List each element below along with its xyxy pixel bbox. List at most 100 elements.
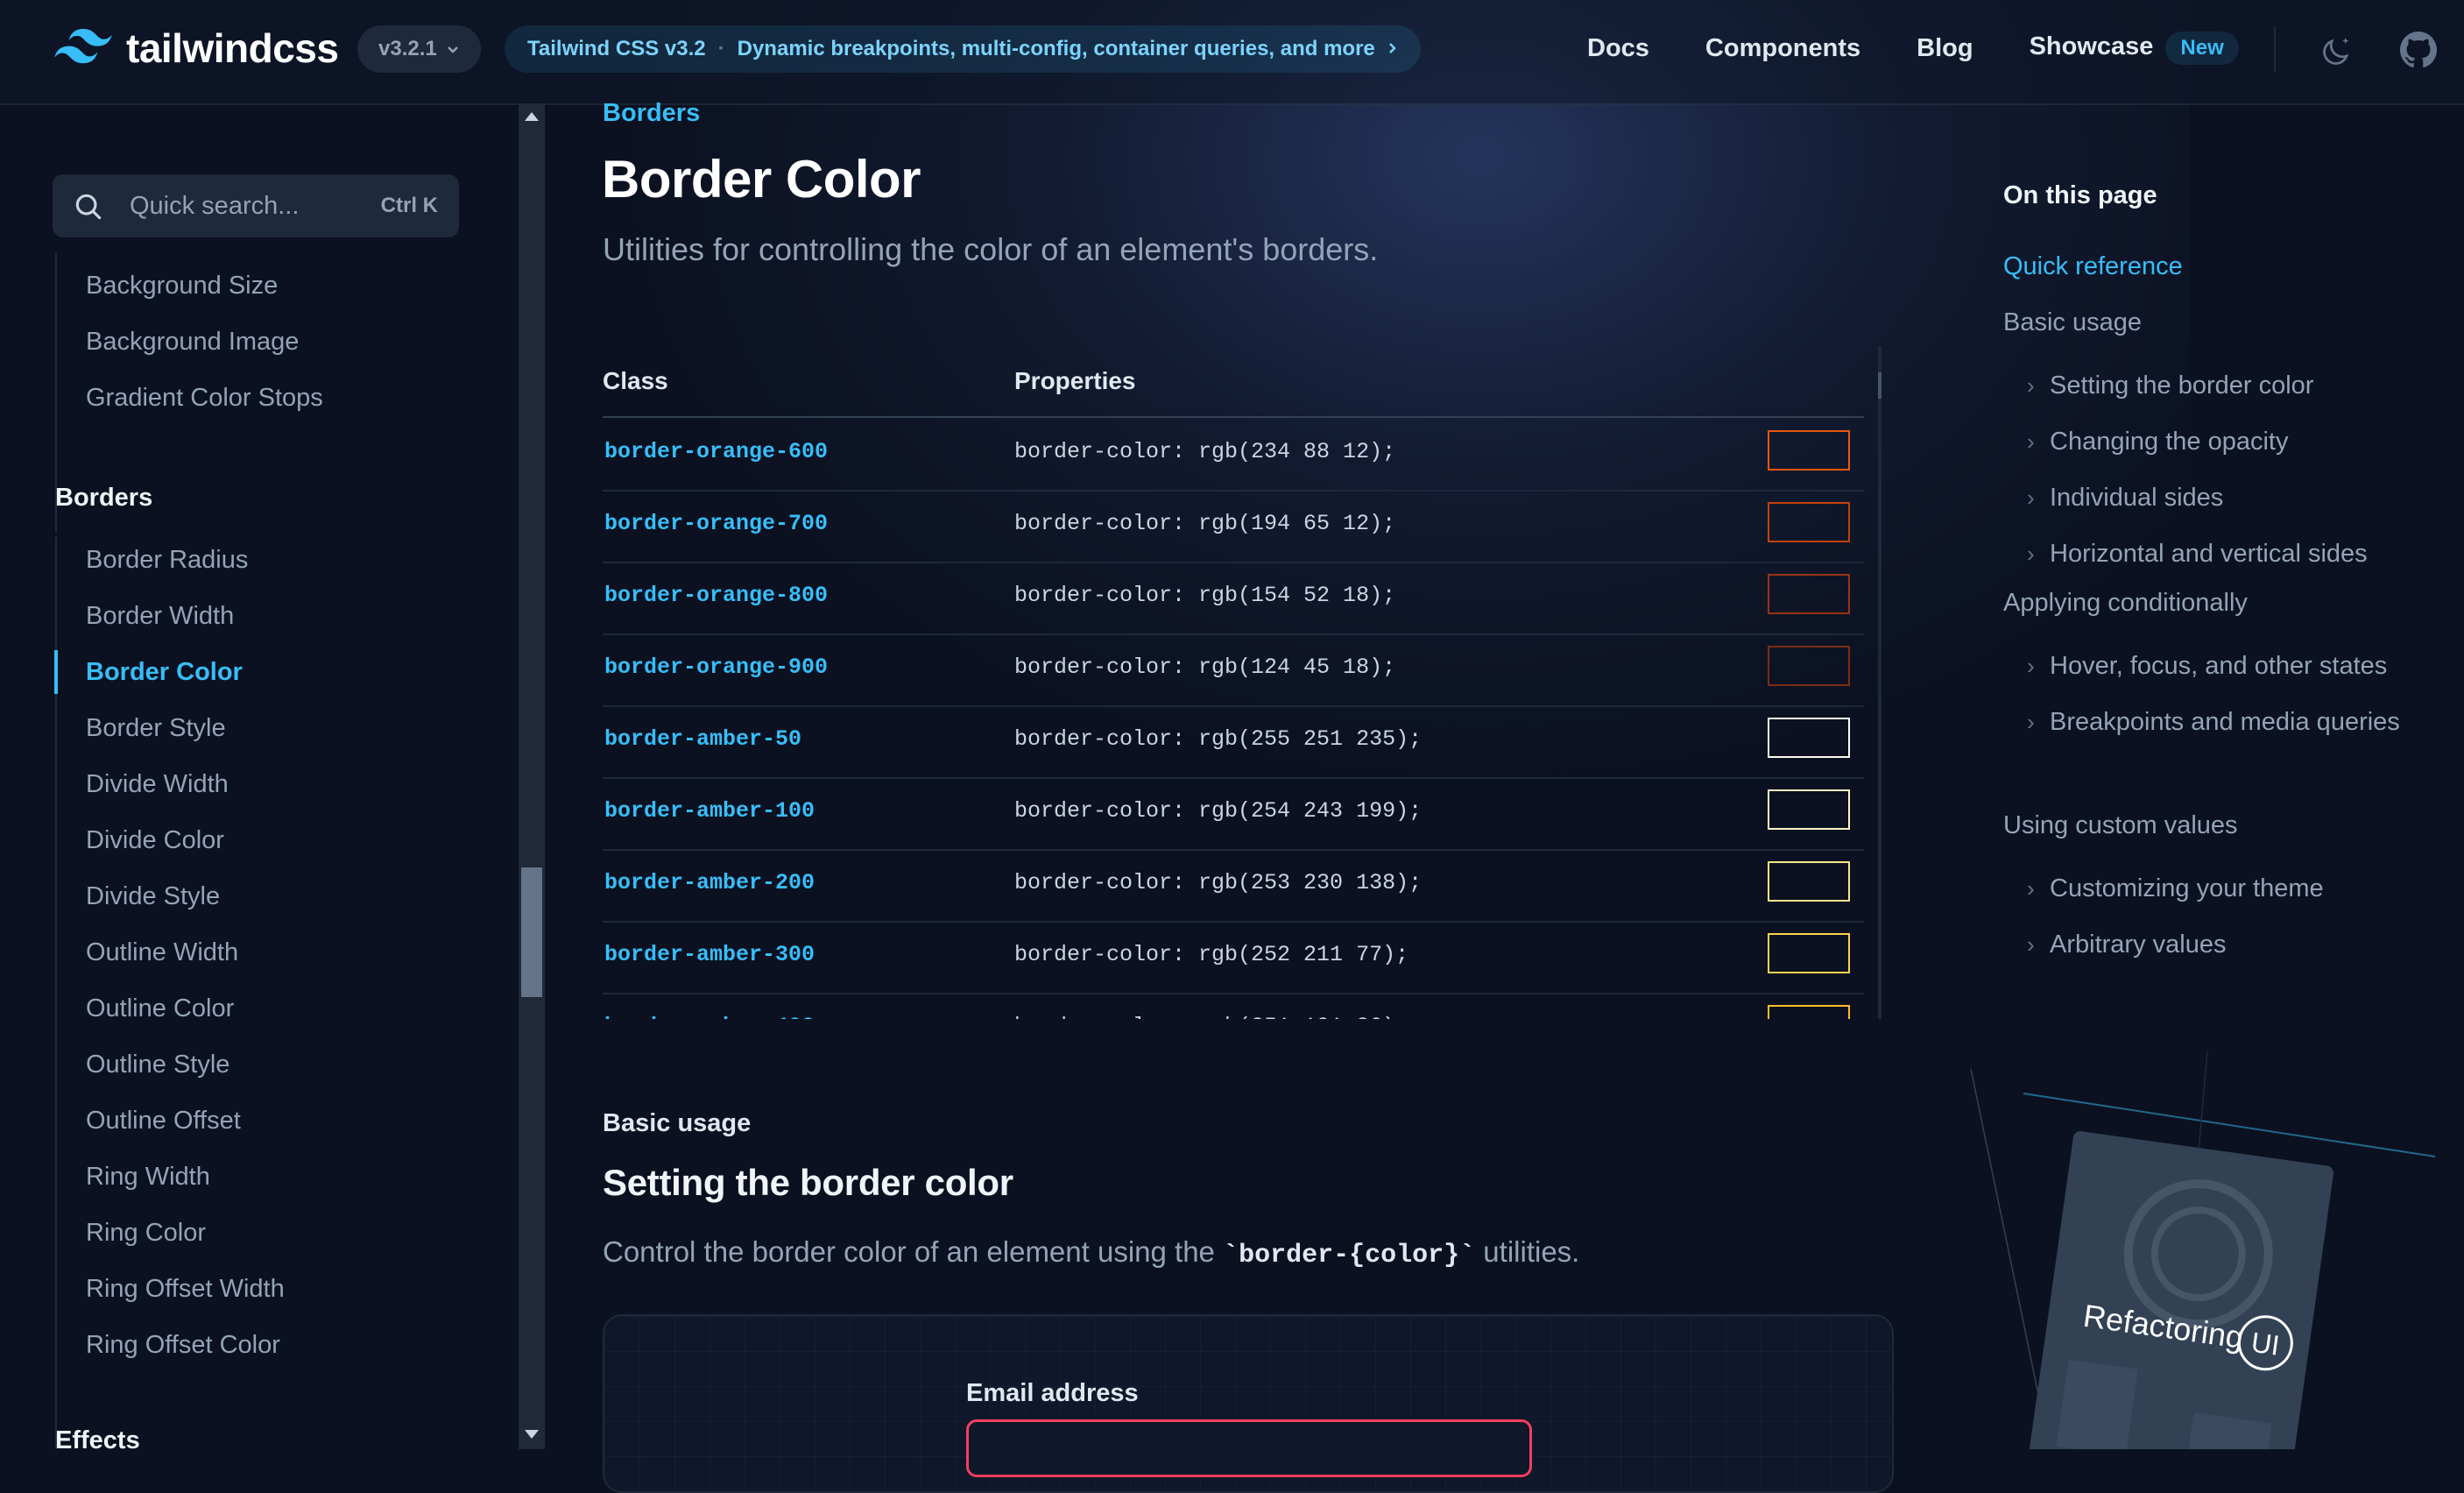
- class-name[interactable]: border-amber-200: [604, 870, 815, 895]
- new-badge: New: [2165, 32, 2239, 65]
- class-name[interactable]: border-amber-300: [604, 942, 815, 967]
- color-swatch: [1768, 430, 1850, 471]
- scroll-up-arrow-icon[interactable]: [525, 112, 539, 121]
- sidebar-item-ring-width[interactable]: Ring Width: [86, 1163, 210, 1192]
- search-shortcut: Ctrl K: [380, 194, 438, 217]
- sidebar-item-outline-color[interactable]: Outline Color: [86, 994, 234, 1023]
- toc-item-setting-the-border-color[interactable]: › Setting the border color: [2027, 364, 2314, 407]
- class-name[interactable]: border-orange-600: [604, 439, 828, 464]
- sidebar-item-outline-offset[interactable]: Outline Offset: [86, 1107, 241, 1136]
- version-selector[interactable]: v3.2.1: [357, 25, 481, 73]
- property-value: border-color: rgb(254 243 199);: [1014, 798, 1423, 824]
- section-text: Control the border color of an element u…: [603, 1235, 1579, 1270]
- sidebar-item-divide-style[interactable]: Divide Style: [86, 882, 220, 911]
- toc-item-arbitrary-values[interactable]: › Arbitrary values: [2027, 923, 2227, 966]
- announcement-title: Tailwind CSS v3.2: [527, 37, 706, 60]
- github-icon[interactable]: [2400, 32, 2437, 73]
- toc-item-applying-conditionally[interactable]: Applying conditionally: [2003, 589, 2248, 618]
- scroll-down-arrow-icon[interactable]: [525, 1430, 539, 1439]
- sidebar-item-border-color[interactable]: Border Color: [86, 658, 243, 687]
- refactoring-ui-promo[interactable]: Refactoring UI: [1945, 1051, 2464, 1449]
- toc-item-breakpoints-and-media-queries[interactable]: › Breakpoints and media queries: [2027, 701, 2418, 743]
- section-eyebrow[interactable]: Borders: [603, 99, 700, 128]
- table-row: border-amber-50 border-color: rgb(255 251…: [603, 705, 1864, 779]
- toc-item-basic-usage[interactable]: Basic usage: [2003, 308, 2142, 337]
- color-swatch: [1768, 574, 1850, 614]
- column-header-properties: Properties: [1014, 367, 1136, 394]
- section-title: Setting the border color: [603, 1162, 1013, 1203]
- chevron-right-icon: ›: [2027, 372, 2035, 399]
- class-name[interactable]: border-orange-800: [604, 583, 828, 608]
- toc-item-label: Setting the border color: [2050, 371, 2314, 400]
- toc-item-changing-the-opacity[interactable]: › Changing the opacity: [2027, 421, 2288, 463]
- sidebar-scrollbar[interactable]: [519, 103, 545, 1449]
- table-row: border-orange-600 border-color: rgb(234 8…: [603, 418, 1864, 492]
- chevron-right-icon: ›: [2027, 428, 2035, 455]
- sidebar-heading-effects: Effects: [55, 1426, 140, 1449]
- sidebar-item-ring-color[interactable]: Ring Color: [86, 1219, 206, 1248]
- section-eyebrow-basic-usage: Basic usage: [603, 1109, 752, 1137]
- quick-reference-table[interactable]: Class Properties border-orange-600 border…: [603, 346, 1882, 1019]
- email-label: Email address: [966, 1379, 1139, 1407]
- toc-item-using-custom-values[interactable]: Using custom values: [2003, 811, 2238, 840]
- color-swatch: [1768, 1005, 1850, 1019]
- column-header-class: Class: [603, 367, 668, 394]
- property-value: border-color: rgb(194 65 12);: [1014, 511, 1396, 536]
- toc-item-hover-focus-and-other-states[interactable]: › Hover, focus, and other states: [2027, 645, 2387, 687]
- toc-item-label: Arbitrary values: [2050, 930, 2227, 959]
- sidebar-item-ring-offset-width[interactable]: Ring Offset Width: [86, 1275, 285, 1304]
- sidebar-item-border-radius[interactable]: Border Radius: [86, 546, 248, 575]
- class-name[interactable]: border-orange-700: [604, 511, 828, 536]
- class-name[interactable]: border-amber-400: [604, 1014, 815, 1019]
- color-swatch: [1768, 933, 1850, 973]
- table-scrollbar[interactable]: [1878, 346, 1882, 1019]
- email-field[interactable]: [966, 1419, 1532, 1477]
- sidebar-item-gradient-color-stops[interactable]: Gradient Color Stops: [86, 384, 323, 413]
- toc-item-label: Customizing your theme: [2050, 874, 2324, 902]
- table-scrollbar-thumb[interactable]: [1878, 372, 1882, 399]
- inline-code: `border-{color}`: [1223, 1241, 1476, 1270]
- sidebar-item-divide-color[interactable]: Divide Color: [86, 826, 224, 855]
- color-swatch: [1768, 718, 1850, 758]
- moon-icon[interactable]: [2319, 32, 2356, 73]
- class-name[interactable]: border-amber-100: [604, 798, 815, 824]
- sidebar-item-border-width[interactable]: Border Width: [86, 602, 234, 631]
- page-title: Border Color: [602, 150, 921, 209]
- sidebar-item-border-style[interactable]: Border Style: [86, 714, 226, 743]
- color-swatch: [1768, 502, 1850, 542]
- scrollbar-thumb[interactable]: [521, 867, 542, 997]
- announcement-separator: ·: [717, 37, 725, 60]
- toc-item-horizontal-and-vertical-sides[interactable]: › Horizontal and vertical sides: [2027, 533, 2368, 575]
- table-row: border-amber-200 border-color: rgb(253 23…: [603, 849, 1864, 923]
- search-placeholder: Quick search...: [130, 191, 300, 220]
- tailwind-logo-icon: [54, 28, 112, 68]
- sidebar-item-outline-style[interactable]: Outline Style: [86, 1051, 229, 1079]
- toc-item-label: Individual sides: [2050, 484, 2224, 512]
- toc-title: On this page: [2003, 181, 2157, 209]
- toc-item-individual-sides[interactable]: › Individual sides: [2027, 477, 2224, 519]
- class-name[interactable]: border-amber-50: [604, 726, 801, 752]
- toc-item-customizing-your-theme[interactable]: › Customizing your theme: [2027, 867, 2324, 909]
- search-input[interactable]: Quick search... Ctrl K: [53, 174, 459, 237]
- property-value: border-color: rgb(252 211 77);: [1014, 942, 1409, 967]
- nav-components[interactable]: Components: [1705, 34, 1860, 63]
- sidebar: Quick search... Ctrl K Background Size B…: [0, 103, 519, 1449]
- brand-logo[interactable]: tailwindcss: [54, 25, 339, 72]
- property-value: border-color: rgb(255 251 235);: [1014, 726, 1423, 752]
- class-name[interactable]: border-orange-900: [604, 655, 828, 680]
- table-row: border-orange-900 border-color: rgb(124 4…: [603, 633, 1864, 707]
- nav-blog[interactable]: Blog: [1917, 34, 1973, 63]
- toc-item-label: Horizontal and vertical sides: [2050, 540, 2368, 568]
- announcement-banner[interactable]: Tailwind CSS v3.2 · Dynamic breakpoints,…: [505, 25, 1421, 73]
- sidebar-item-background-size[interactable]: Background Size: [86, 272, 278, 301]
- sidebar-item-divide-width[interactable]: Divide Width: [86, 770, 229, 799]
- nav-showcase[interactable]: Showcase New: [2030, 32, 2239, 65]
- sidebar-item-background-image[interactable]: Background Image: [86, 328, 299, 357]
- active-indicator: [54, 650, 58, 694]
- nav-docs[interactable]: Docs: [1587, 34, 1649, 63]
- property-value: border-color: rgb(251 191 36);: [1014, 1014, 1409, 1019]
- toc-item-quick-reference[interactable]: Quick reference: [2003, 252, 2183, 281]
- sidebar-item-outline-width[interactable]: Outline Width: [86, 938, 238, 967]
- sidebar-item-ring-offset-color[interactable]: Ring Offset Color: [86, 1331, 280, 1360]
- color-swatch: [1768, 861, 1850, 902]
